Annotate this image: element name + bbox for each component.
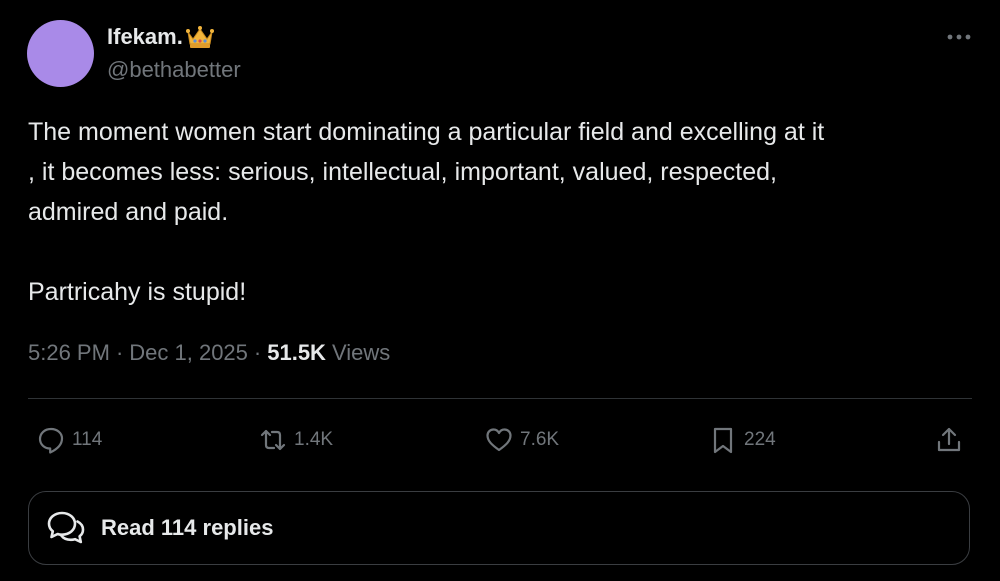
reply-button[interactable]: 114 — [36, 420, 102, 460]
more-options-icon[interactable] — [944, 24, 974, 50]
author-name-row[interactable]: Ifekam. — [107, 24, 215, 50]
tweet-meta: 5:26 PM · Dec 1, 2025 · 51.5K Views — [28, 340, 390, 366]
reply-count: 114 — [72, 429, 103, 450]
divider — [28, 398, 972, 399]
action-bar: 114 1.4K 7.6K 224 — [0, 420, 1000, 460]
repost-icon — [260, 429, 286, 451]
bookmark-count: 224 — [744, 429, 776, 450]
reply-icon — [38, 427, 64, 454]
bookmark-icon — [713, 427, 733, 454]
heart-icon — [486, 428, 512, 452]
share-button[interactable] — [934, 420, 970, 460]
repost-count: 1.4K — [294, 429, 334, 450]
read-replies-button[interactable]: Read 114 replies — [28, 491, 970, 565]
like-button[interactable]: 7.6K — [484, 420, 559, 460]
conversation-icon — [47, 511, 85, 544]
read-replies-label: Read 114 replies — [101, 515, 274, 540]
tweet-date[interactable]: Dec 1, 2025 — [129, 340, 248, 366]
views-count: 51.5K — [267, 340, 326, 365]
like-count: 7.6K — [520, 429, 560, 450]
meta-separator: · — [115, 340, 124, 365]
bookmark-button[interactable]: 224 — [708, 420, 776, 460]
display-name[interactable]: Ifekam. — [107, 24, 183, 50]
author-handle[interactable]: @bethabetter — [107, 57, 241, 83]
repost-button[interactable]: 1.4K — [258, 420, 333, 460]
crown-icon — [185, 25, 215, 49]
meta-separator: · — [253, 340, 262, 365]
tweet-time[interactable]: 5:26 PM — [28, 340, 110, 366]
tweet-text: The moment women start dominating a part… — [28, 118, 825, 306]
views-label: Views — [331, 340, 391, 365]
share-icon — [937, 427, 961, 452]
avatar[interactable] — [27, 20, 94, 87]
